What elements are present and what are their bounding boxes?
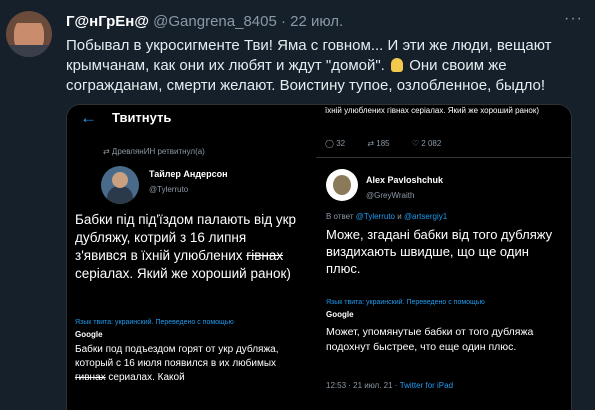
- right-prev-stats: ◯ 32 ⇄ 185 ♡ 2 082: [325, 139, 461, 148]
- media-image-right[interactable]: їхній улюблених гівнах серіалах. Який же…: [316, 105, 571, 410]
- left-tweet-body: Бабки під під'їздом палають від укр дубл…: [75, 211, 300, 283]
- left-topbar: ← Твитнуть: [67, 105, 312, 133]
- left-translation-before: Бабки под подъездом горят от укр дубляжа…: [75, 344, 279, 369]
- right-tweet-time: 12:53 · 21 июл. 21 ·: [326, 381, 398, 390]
- reply-and: и: [397, 212, 402, 221]
- right-author-handle: @GreyWraith: [366, 191, 415, 200]
- author-name[interactable]: Г@нГрЕн@: [66, 13, 149, 30]
- retweet-stat: ⇄ 185: [367, 139, 390, 148]
- left-author-handle: @Tylerruto: [149, 185, 189, 194]
- left-body-strike: гівнах: [246, 248, 284, 263]
- avatar-shirt: [6, 45, 52, 57]
- media-image-left[interactable]: ← Твитнуть ⇄ ДревлянИН ретвитнул(а) Тайл…: [67, 105, 312, 410]
- right-author-avatar: [326, 169, 358, 201]
- like-stat: ♡ 2 082: [411, 139, 442, 148]
- tweet-header: Г@нГрЕн@ @Gangrena_8405 · 22 июл.: [66, 13, 343, 30]
- right-tweet-meta: 12:53 · 21 июл. 21 · Twitter for iPad: [326, 381, 453, 390]
- header-separator: ·: [280, 13, 286, 30]
- avatar-body: [107, 186, 133, 204]
- like-count: 2 082: [421, 139, 442, 148]
- reply-count: 32: [336, 139, 346, 148]
- left-body-after: серіалах. Який же хороший ранок): [75, 266, 291, 281]
- reply-prefix: В ответ: [326, 212, 354, 221]
- tweet[interactable]: Г@нГрЕн@ @Gangrena_8405 · 22 июл. ··· По…: [0, 0, 595, 410]
- reply-handle-2: @artsergiy1: [403, 212, 448, 221]
- avatar-hair: [16, 15, 42, 23]
- author-handle[interactable]: @Gangrena_8405: [153, 13, 277, 30]
- left-translation-label: Язык твита: украинский. Переведено с пом…: [75, 319, 234, 326]
- author-avatar[interactable]: [6, 11, 52, 57]
- left-translation-strike: гивнах: [75, 372, 106, 383]
- right-tweet-body: Може, згадані бабки від того дубляжу виз…: [326, 227, 553, 276]
- back-arrow-icon: ←: [80, 108, 97, 127]
- reply-to-line: В ответ @Tylerruto и @artsergiy1: [326, 212, 447, 221]
- left-google-label: Google: [75, 330, 103, 339]
- reply-handle-1: @Tylerruto: [355, 212, 395, 221]
- right-prev-text: їхній улюблених гівнах серіалах. Який же…: [325, 106, 539, 115]
- tweet-date[interactable]: 22 июл.: [290, 13, 343, 30]
- retweeted-by: ⇄ ДревлянИН ретвитнул(а): [103, 147, 205, 156]
- right-translation-text: Может, упомянутые бабки от того дубляжа …: [326, 326, 534, 353]
- tweet-media[interactable]: ← Твитнуть ⇄ ДревлянИН ретвитнул(а) Тайл…: [66, 104, 572, 410]
- right-google-label: Google: [326, 310, 354, 319]
- right-author-name: Alex Pavloshchuk: [366, 175, 444, 185]
- left-translation-after: сериалах. Какой: [105, 372, 185, 383]
- more-options-icon[interactable]: ···: [564, 10, 583, 28]
- right-translation-label: Язык твита: украинский. Переведено с пом…: [326, 299, 485, 306]
- retweet-count: 185: [376, 139, 390, 148]
- reply-stat: ◯ 32: [325, 139, 346, 148]
- right-tweet-source: Twitter for iPad: [399, 381, 454, 390]
- left-author-name: Тайлер Андерсон: [149, 169, 228, 179]
- tweet-text: Побывал в укросигменте Тви! Яма с говном…: [66, 36, 581, 96]
- right-prev-tweet: їхній улюблених гівнах серіалах. Який же…: [316, 105, 571, 153]
- avatar-head: [112, 172, 128, 188]
- left-title: Твитнуть: [112, 110, 172, 125]
- right-separator: [316, 157, 571, 158]
- facepalm-emoji-icon: [391, 58, 404, 72]
- left-translation-text: Бабки под подъездом горят от укр дубляжа…: [75, 343, 305, 385]
- left-author-avatar: [101, 166, 139, 204]
- avatar-creature: [333, 175, 351, 195]
